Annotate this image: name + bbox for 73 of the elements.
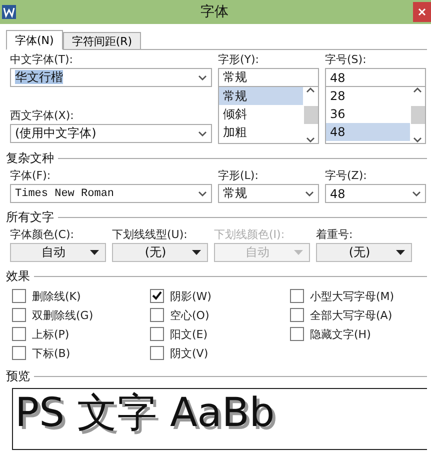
size-input[interactable]: 48 xyxy=(325,68,426,87)
font-combobox[interactable]: (使用中文字体) xyxy=(10,124,212,143)
chevron-down-icon[interactable] xyxy=(198,190,207,196)
checkbox-label: 全部大写字母(A) xyxy=(310,308,392,324)
scrollbar-thumb[interactable] xyxy=(410,106,424,124)
triangle-down-icon[interactable] xyxy=(192,250,201,255)
field-label: 西文字体(X): xyxy=(10,108,75,124)
scroll-up-icon[interactable] xyxy=(306,87,315,93)
checkbox[interactable] xyxy=(150,326,164,340)
tab[interactable]: 字体(N) xyxy=(6,30,63,50)
field-label: 着重号: xyxy=(316,227,354,243)
checkmark-icon xyxy=(152,291,162,300)
style-input[interactable]: 常规 xyxy=(218,68,319,87)
checkbox[interactable] xyxy=(290,326,304,340)
option-list[interactable]: 常规 倾斜 加粗 xyxy=(218,87,319,144)
field-label: 字形(Y): xyxy=(218,52,260,68)
checkbox[interactable] xyxy=(12,346,26,360)
field-label: 字形(L): xyxy=(218,168,260,184)
checkbox[interactable] xyxy=(150,308,164,322)
triangle-down-icon[interactable] xyxy=(396,250,405,255)
combobox[interactable]: 48 xyxy=(325,184,426,203)
triangle-down-icon[interactable] xyxy=(90,250,99,255)
combobox[interactable]: Times New Roman xyxy=(10,184,212,203)
chevron-down-icon[interactable] xyxy=(412,190,421,196)
checkbox[interactable] xyxy=(12,326,26,340)
field-label: 字号(Z): xyxy=(325,168,368,184)
preview-text: PS 文字 AaBb xyxy=(15,390,275,436)
checkbox-label: 阳文(E) xyxy=(170,326,208,342)
checkbox-label: 小型大写字母(M) xyxy=(310,288,394,304)
chevron-down-icon[interactable] xyxy=(413,137,422,143)
field-label: 下划线线型(U): xyxy=(112,227,188,243)
checkbox[interactable] xyxy=(12,308,26,322)
checkbox-label: 阴影(W) xyxy=(170,288,212,304)
tab[interactable]: 字符间距(R) xyxy=(62,32,142,49)
dropdown[interactable]: (无) xyxy=(316,243,412,262)
scrollbar-thumb[interactable] xyxy=(304,106,318,124)
checkbox[interactable] xyxy=(150,346,164,360)
checkbox-label: 阴文(V) xyxy=(170,346,208,362)
dropdown[interactable]: 自动 xyxy=(10,243,106,262)
close-icon[interactable] xyxy=(418,8,426,16)
list-option[interactable]: 常规 xyxy=(219,87,303,105)
checkbox[interactable] xyxy=(290,308,304,322)
chevron-down-icon[interactable] xyxy=(305,190,314,196)
checkbox-label: 空心(O) xyxy=(170,308,210,324)
checkbox[interactable] xyxy=(150,288,164,302)
section-title: 所有文字 xyxy=(6,208,54,226)
font-combobox[interactable]: 华文行楷 xyxy=(10,68,212,87)
checkbox-label: 上标(P) xyxy=(32,326,70,342)
window-title: 字体 xyxy=(200,3,230,21)
chevron-down-icon[interactable] xyxy=(198,74,207,80)
combobox[interactable]: 常规 xyxy=(218,184,319,203)
section-title: 复杂文种 xyxy=(6,150,54,166)
checkbox-label: 删除线(K) xyxy=(32,288,81,304)
field-label: 字号(S): xyxy=(325,52,368,68)
chevron-down-icon[interactable] xyxy=(306,137,315,143)
app-icon xyxy=(2,5,16,19)
checkbox[interactable] xyxy=(12,288,26,302)
checkbox-label: 双删除线(G) xyxy=(32,308,94,324)
chevron-down-icon[interactable] xyxy=(198,130,207,136)
close-button[interactable] xyxy=(413,2,431,22)
dropdown[interactable]: (无) xyxy=(112,243,208,262)
section-title: 效果 xyxy=(6,268,30,284)
field-label: 字体(F): xyxy=(10,168,52,184)
field-label: 字体颜色(C): xyxy=(10,227,75,243)
checkbox[interactable] xyxy=(290,288,304,302)
checkbox-label: 隐藏文字(H) xyxy=(310,326,371,342)
option-list[interactable]: 28 36 48 xyxy=(325,87,426,144)
scroll-up-icon[interactable] xyxy=(413,87,422,93)
field-label: 中文字体(T): xyxy=(10,52,74,68)
section-title: 预览 xyxy=(6,368,30,384)
list-option[interactable]: 48 xyxy=(326,123,410,141)
checkbox-label: 下标(B) xyxy=(32,346,70,362)
field-label: 下划线颜色(I): xyxy=(214,227,286,243)
